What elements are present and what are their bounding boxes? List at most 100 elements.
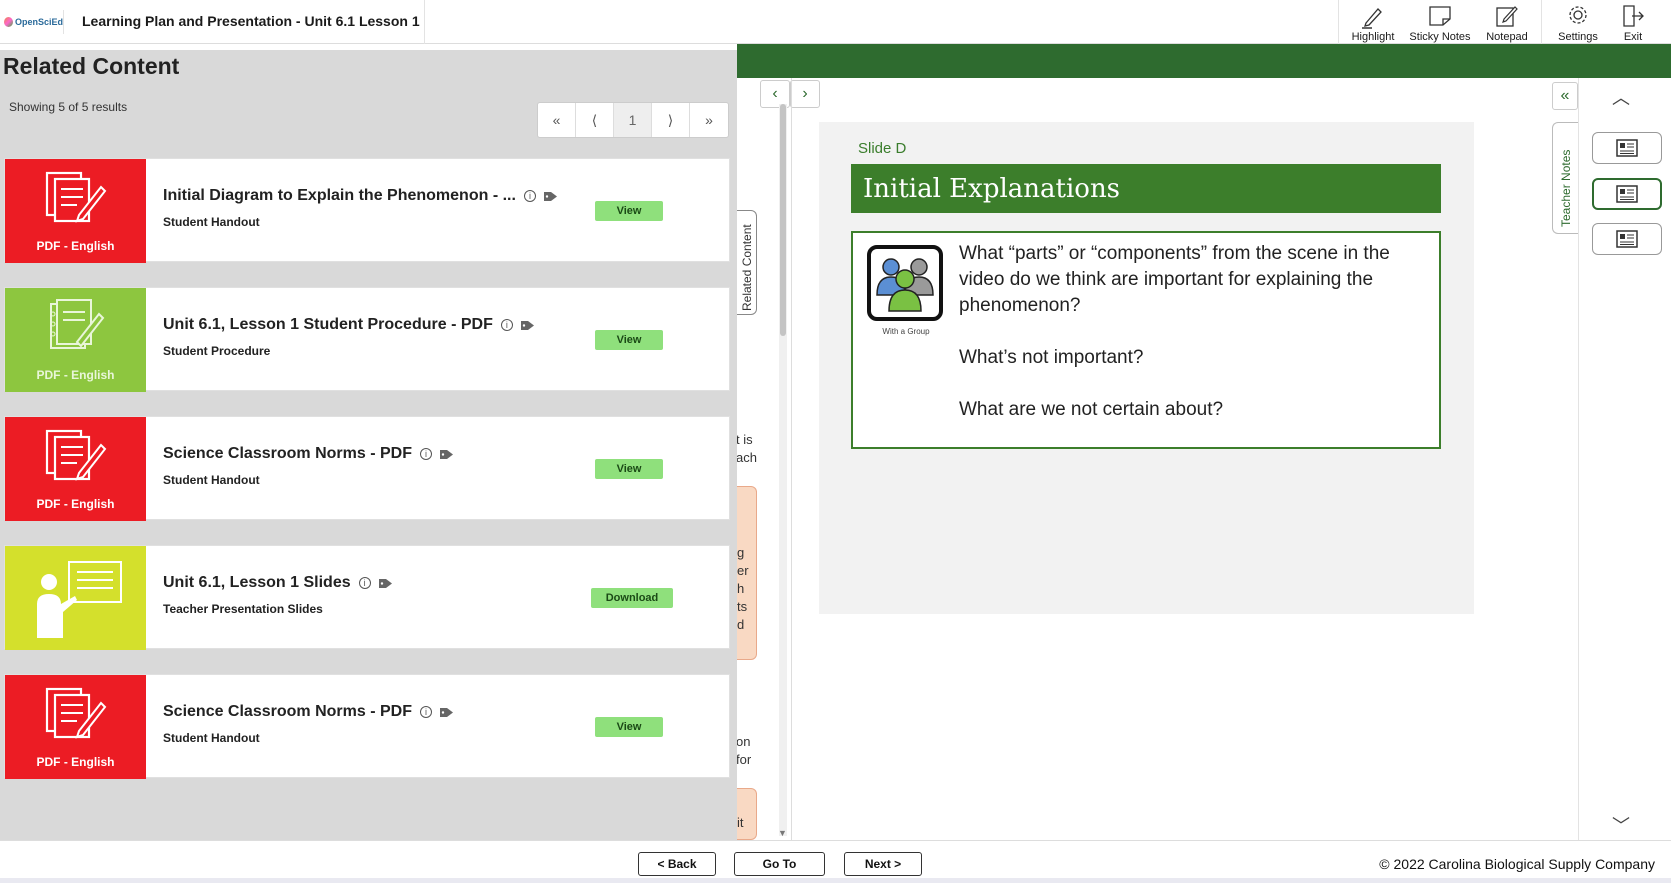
peek-text: ts xyxy=(737,599,748,614)
item-type: Teacher Presentation Slides xyxy=(163,602,323,616)
tag-icon[interactable] xyxy=(439,707,453,718)
toolbar-divider xyxy=(1541,0,1542,44)
scroll-down-arrow-icon[interactable]: ▼ xyxy=(778,828,787,838)
pdf-thumbnail: PDF - English xyxy=(5,675,146,779)
pdf-thumbnail: PDF - English xyxy=(5,159,146,263)
slide-thumbnail[interactable] xyxy=(1592,223,1662,255)
tag-icon[interactable] xyxy=(378,578,392,589)
item-title[interactable]: Initial Diagram to Explain the Phenomeno… xyxy=(163,187,557,205)
question-text: What’s not important? xyxy=(959,347,1144,368)
collapse-notes-button[interactable]: « xyxy=(1552,82,1578,110)
bottom-edge xyxy=(0,878,1671,883)
exit-label: Exit xyxy=(1623,31,1643,43)
info-icon[interactable]: i xyxy=(523,190,536,202)
first-page-button[interactable]: « xyxy=(538,103,576,137)
notepad-button[interactable]: Notepad xyxy=(1476,0,1538,44)
item-title-text[interactable]: Unit 6.1, Lesson 1 Student Procedure - P… xyxy=(163,316,493,334)
info-icon[interactable]: i xyxy=(358,577,371,589)
tag-icon[interactable] xyxy=(520,320,534,331)
pdf-thumbnail: PDF - English xyxy=(5,288,146,392)
related-item: PDF - English Science Classroom Norms - … xyxy=(4,416,730,521)
slide-label: Slide D xyxy=(858,140,907,157)
callout-box: g er h ts d xyxy=(737,486,757,660)
info-icon[interactable]: i xyxy=(419,706,432,718)
thumbnail-label: PDF - English xyxy=(36,239,115,253)
info-icon[interactable]: i xyxy=(419,448,432,460)
teacher-notes-label: Teacher Notes xyxy=(1559,149,1573,227)
results-count: Showing 5 of 5 results xyxy=(9,100,128,114)
procedure-notebook-icon xyxy=(50,299,105,349)
related-content-tab-label: Related Content xyxy=(740,224,754,311)
slide-thumbnail[interactable] xyxy=(1592,132,1662,164)
item-title[interactable]: Unit 6.1, Lesson 1 Student Procedure - P… xyxy=(163,316,534,334)
next-button[interactable]: Next > xyxy=(844,852,922,876)
previous-page-button[interactable]: ⟨ xyxy=(576,103,614,137)
slide-thumbnail-selected[interactable] xyxy=(1592,178,1662,210)
thumbnail-divider xyxy=(1578,78,1579,840)
sticky-notes-button[interactable]: Sticky Notes xyxy=(1409,0,1471,44)
page-1-button[interactable]: 1 xyxy=(614,103,652,137)
related-content-tab[interactable]: Related Content xyxy=(737,210,757,315)
item-title-text[interactable]: Science Classroom Norms - PDF xyxy=(163,445,412,463)
teacher-notes-tab[interactable]: Teacher Notes xyxy=(1552,122,1578,234)
chevron-down-icon[interactable]: ﹀ xyxy=(1612,812,1630,838)
chevron-right-icon: › xyxy=(802,85,808,102)
go-to-button[interactable]: Go To xyxy=(734,852,825,876)
info-icon[interactable]: i xyxy=(500,319,513,331)
related-item: Unit 6.1, Lesson 1 Slides i Teacher Pres… xyxy=(4,545,730,650)
double-chevron-left-icon: « xyxy=(1560,87,1570,104)
highlight-button[interactable]: Highlight xyxy=(1342,0,1404,44)
tag-icon[interactable] xyxy=(439,449,453,460)
item-title[interactable]: Science Classroom Norms - PDF i xyxy=(163,703,453,721)
item-title-text[interactable]: Initial Diagram to Explain the Phenomeno… xyxy=(163,187,516,205)
item-title-text[interactable]: Science Classroom Norms - PDF xyxy=(163,703,412,721)
question-text: What are we not certain about? xyxy=(959,399,1224,420)
item-type: Student Handout xyxy=(163,215,260,229)
peek-text: h xyxy=(737,581,745,596)
slides-thumbnail xyxy=(5,546,146,650)
item-title[interactable]: Unit 6.1, Lesson 1 Slides i xyxy=(163,574,392,592)
thumbnail-label: PDF - English xyxy=(36,368,115,382)
view-button[interactable]: View xyxy=(595,330,663,350)
slide-document-icon xyxy=(1616,139,1638,157)
exit-button[interactable]: Exit xyxy=(1602,0,1664,44)
view-button[interactable]: View xyxy=(595,459,663,479)
panel-divider xyxy=(791,78,792,840)
document-stack-icon xyxy=(45,687,107,739)
title-divider xyxy=(424,0,425,44)
item-title[interactable]: Science Classroom Norms - PDF i xyxy=(163,445,453,463)
back-button[interactable]: < Back xyxy=(638,852,716,876)
item-title-text[interactable]: Unit 6.1, Lesson 1 Slides xyxy=(163,574,351,592)
notepad-label: Notepad xyxy=(1486,31,1528,43)
tag-icon[interactable] xyxy=(543,191,557,202)
logo-mark-icon xyxy=(4,17,13,27)
page-title: Learning Plan and Presentation - Unit 6.… xyxy=(82,13,420,29)
related-content-panel: Related Content Showing 5 of 5 results «… xyxy=(0,50,737,840)
settings-label: Settings xyxy=(1558,31,1598,43)
callout-box: it xyxy=(737,788,757,840)
download-button[interactable]: Download xyxy=(591,588,673,608)
panel-title: Related Content xyxy=(3,53,180,79)
thumbnail-label: PDF - English xyxy=(36,497,115,511)
peek-text: g xyxy=(737,545,745,560)
view-button[interactable]: View xyxy=(595,201,663,221)
next-slide-button[interactable]: › xyxy=(790,80,820,108)
slide-content-box: With a Group What “parts” or “components… xyxy=(851,231,1441,449)
related-item: PDF - English Unit 6.1, Lesson 1 Student… xyxy=(4,287,730,392)
scrollbar-thumb[interactable] xyxy=(780,104,786,336)
pagination: « ⟨ 1 ⟩ » xyxy=(537,102,729,138)
peek-text: t is xyxy=(736,432,753,447)
footer-bar: < Back Go To Next > © 2022 Carolina Biol… xyxy=(0,840,1671,883)
related-item: PDF - English Initial Diagram to Explain… xyxy=(4,158,730,263)
chevron-up-icon[interactable]: ︿ xyxy=(1612,84,1630,110)
settings-button[interactable]: Settings xyxy=(1547,0,1609,44)
presentation-header-band xyxy=(737,44,1671,78)
top-toolbar: OpenSciEd Learning Plan and Presentation… xyxy=(0,0,1671,44)
last-page-button[interactable]: » xyxy=(690,103,728,137)
sticky-notes-label: Sticky Notes xyxy=(1409,31,1471,43)
chevron-left-icon: ‹ xyxy=(772,85,778,102)
next-page-button[interactable]: ⟩ xyxy=(652,103,690,137)
gear-icon xyxy=(1569,6,1587,24)
slide-document-icon xyxy=(1616,230,1638,248)
view-button[interactable]: View xyxy=(595,717,663,737)
